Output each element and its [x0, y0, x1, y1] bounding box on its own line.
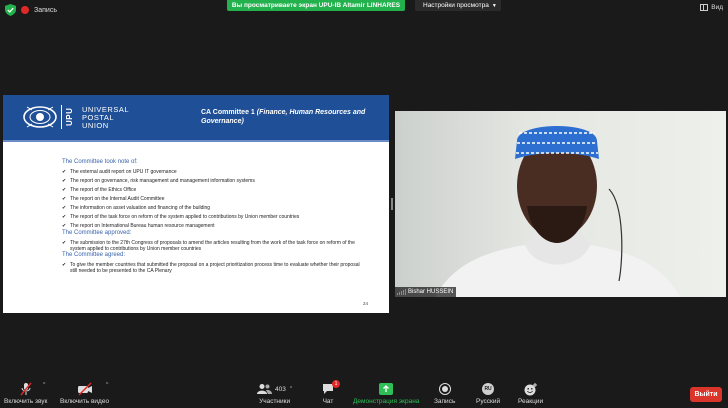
unmute-label: Включить звук	[4, 398, 48, 405]
bullet-item: The report on governance, risk managemen…	[62, 178, 362, 184]
record-label: Запись	[434, 398, 456, 405]
upu-emblem-icon	[23, 106, 57, 128]
slide-title-main: CA Committee 1	[201, 109, 257, 116]
share-screen-icon	[379, 383, 394, 395]
view-label: Вид	[711, 4, 723, 11]
bullet-item: The report on the Internal Audit Committ…	[62, 196, 362, 202]
share-screen-label: Демонстрация экрана	[353, 398, 420, 405]
bullet-item: The report on International Bureau human…	[62, 223, 362, 229]
audio-level-icon	[397, 289, 406, 295]
interpretation-button[interactable]: RU Русский	[476, 382, 500, 405]
start-video-label: Включить видео	[60, 398, 110, 405]
language-icon: RU	[482, 383, 495, 395]
record-button[interactable]: Запись	[434, 382, 455, 405]
record-icon	[438, 383, 451, 395]
video-options-caret[interactable]: ^	[106, 382, 108, 388]
logo-separator	[61, 105, 62, 129]
slide-page-number: 24	[362, 301, 368, 306]
shared-screen-slide: UPU UNIVERSAL POSTAL UNION CA Committee …	[3, 95, 389, 313]
logo-name-line: UNION	[82, 121, 109, 130]
chat-label: Чат	[322, 398, 334, 405]
participant-silhouette	[435, 126, 680, 297]
slide-body: The Committee took note of: The external…	[62, 159, 362, 274]
logo-abbreviation: UPU	[65, 107, 74, 127]
view-button[interactable]: Вид	[700, 4, 723, 11]
bullet-item: To give the member countries that submit…	[62, 262, 362, 274]
chat-button[interactable]: 1 Чат	[322, 380, 340, 405]
view-options-label: Настройки просмотра	[423, 2, 489, 9]
participants-label: Участники	[259, 398, 291, 405]
zoom-window: Запись Вы просматриваете экран UPU-IB Al…	[0, 0, 728, 408]
header-divider	[3, 140, 389, 142]
section-heading: The Committee agreed:	[62, 251, 126, 258]
top-bar: Запись Вы просматриваете экран UPU-IB Al…	[0, 0, 728, 20]
video-camera-off-icon	[77, 382, 92, 396]
smiley-icon	[524, 382, 538, 395]
start-video-button[interactable]: Включить видео	[60, 382, 109, 405]
participants-count: 403	[275, 385, 286, 393]
recording-indicator[interactable]: Запись	[5, 3, 57, 17]
section-heading: The Committee approved:	[62, 229, 132, 236]
reactions-label: Реакции	[518, 398, 544, 405]
bullet-item: The external audit report on UPU IT gove…	[62, 169, 362, 175]
view-options-button[interactable]: Настройки просмотра ▼	[415, 0, 501, 11]
bullet-item: The information on asset valuation and f…	[62, 205, 362, 211]
leave-meeting-button[interactable]: Выйти	[690, 387, 722, 402]
interpretation-label: Русский	[476, 398, 501, 405]
share-screen-button[interactable]: Демонстрация экрана	[353, 382, 419, 405]
slide-title: CA Committee 1 (Finance, Human Resources…	[201, 108, 381, 126]
participant-video-tile[interactable]: Bishar HUSSEIN	[395, 111, 726, 297]
record-dot-icon	[21, 6, 29, 14]
participant-name-tag: Bishar HUSSEIN	[395, 287, 457, 297]
section-heading: The Committee took note of:	[62, 159, 138, 165]
slide-header: UPU UNIVERSAL POSTAL UNION CA Committee …	[3, 95, 389, 140]
split-resize-handle[interactable]	[391, 198, 393, 210]
screen-share-banner: Вы просматриваете экран UPU-IB Altamir L…	[227, 0, 405, 11]
unmute-button[interactable]: Включить звук	[4, 382, 47, 405]
chevron-up-icon: ^	[289, 386, 293, 392]
bullet-item: The report of the task force on reform o…	[62, 214, 362, 220]
chat-unread-badge: 1	[332, 380, 340, 388]
grid-view-icon	[700, 4, 709, 11]
participants-button[interactable]: 403 ^ Участники	[257, 382, 292, 405]
chevron-down-icon: ▼	[491, 3, 497, 9]
bullet-item: The report of the Ethics Office	[62, 187, 362, 193]
logo-name: UNIVERSAL POSTAL UNION	[82, 106, 129, 130]
audio-options-caret[interactable]: ^	[43, 382, 45, 388]
bullet-item: The submission to the 27th Congress of p…	[62, 240, 362, 252]
participant-name: Bishar HUSSEIN	[408, 289, 454, 295]
security-shield-icon	[5, 4, 16, 16]
chevron-up-icon: ^	[43, 382, 46, 388]
reactions-button[interactable]: Реакции	[518, 382, 543, 405]
participants-icon	[257, 384, 272, 394]
chevron-up-icon: ^	[106, 382, 109, 388]
meeting-toolbar: Включить звук ^ Включить видео ^ 403 ^ У…	[0, 378, 728, 408]
record-label: Запись	[34, 6, 57, 14]
microphone-muted-icon	[20, 382, 32, 396]
